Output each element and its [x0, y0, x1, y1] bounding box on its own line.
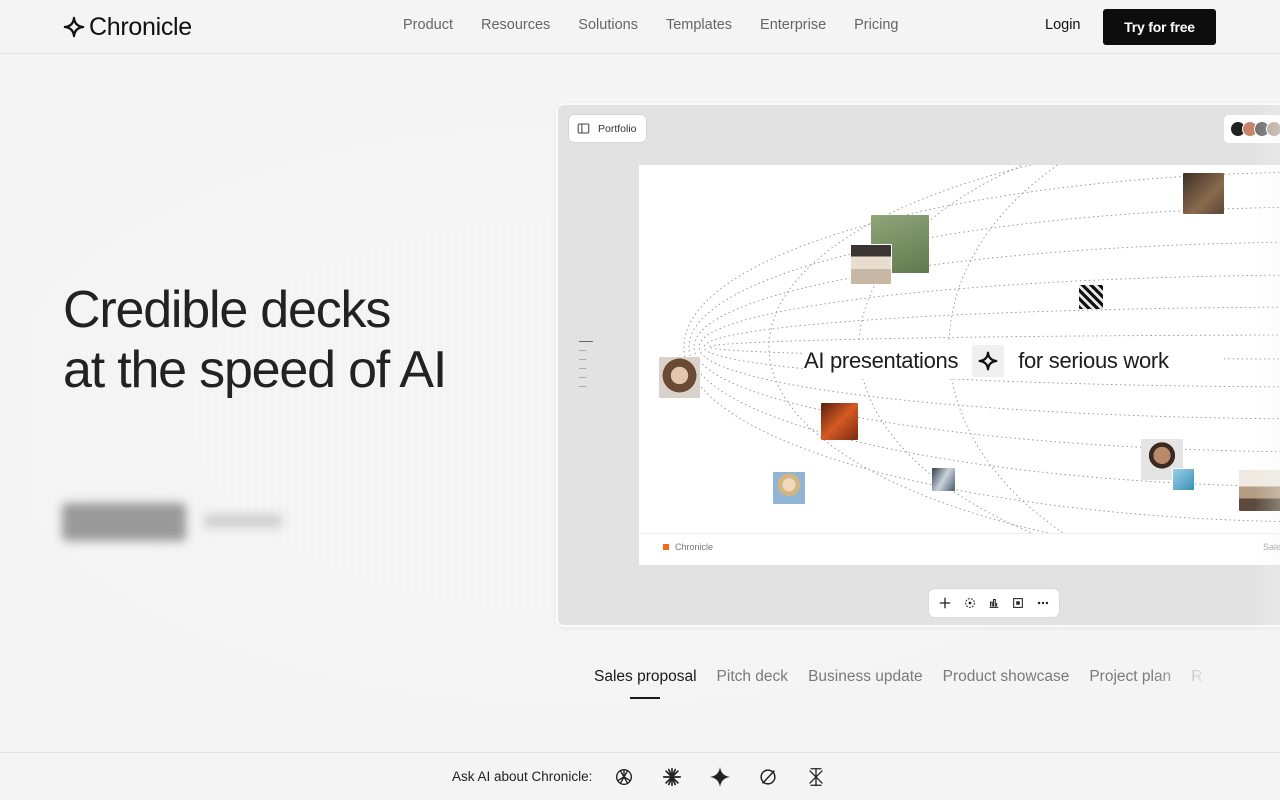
blurred-primary-button[interactable]	[62, 503, 186, 541]
tab-business-update[interactable]: Business update	[808, 668, 923, 702]
photo-pattern	[1079, 285, 1103, 309]
slide-footer: Chronicle Sale	[639, 533, 1280, 565]
tab-project-plan[interactable]: Project plan	[1089, 668, 1171, 702]
slide-scroll-indicator[interactable]	[579, 341, 595, 395]
spark-badge	[972, 345, 1005, 377]
ask-ai-bar: Ask AI about Chronicle:	[0, 752, 1280, 800]
collaborator-avatars[interactable]	[1224, 115, 1280, 143]
photo-workspace	[1183, 173, 1224, 214]
slide-headline: AI presentations for serious work	[804, 343, 1224, 379]
photo-woman	[659, 357, 700, 398]
tab-product-showcase[interactable]: Product showcase	[943, 668, 1070, 702]
photo-blue-abstract	[1172, 468, 1195, 491]
blurred-secondary-link[interactable]	[204, 514, 282, 528]
nav-solutions[interactable]: Solutions	[578, 17, 638, 33]
try-free-button[interactable]: Try for free	[1103, 9, 1216, 45]
magic-icon[interactable]	[961, 594, 979, 612]
login-link[interactable]: Login	[1045, 17, 1080, 33]
chart-icon[interactable]	[985, 594, 1003, 612]
ask-ai-label: Ask AI about Chronicle:	[452, 769, 593, 784]
brand-square-icon	[663, 544, 669, 550]
nav-resources[interactable]: Resources	[481, 17, 550, 33]
slide-canvas[interactable]: AI presentations for serious work Chroni…	[639, 165, 1280, 565]
grok-icon[interactable]	[804, 765, 828, 789]
nav-templates[interactable]: Templates	[666, 17, 732, 33]
hero-title: Credible decks at the speed of AI	[63, 280, 533, 400]
photo-office	[1239, 470, 1280, 511]
brand-logo[interactable]: Chronicle	[63, 12, 192, 42]
nav-enterprise[interactable]: Enterprise	[760, 17, 826, 33]
slide-toolbar	[929, 589, 1059, 617]
tab-pitch-deck[interactable]: Pitch deck	[717, 668, 789, 702]
tab-truncated[interactable]: R	[1191, 668, 1202, 702]
plus-icon[interactable]	[936, 594, 954, 612]
openai-icon[interactable]	[612, 765, 636, 789]
slide-headline-left: AI presentations	[804, 348, 959, 373]
chronicle-spark-icon	[63, 16, 85, 38]
hero-title-line-2: at the speed of AI	[63, 341, 447, 399]
portfolio-chip[interactable]: Portfolio	[569, 115, 646, 142]
tab-sales-proposal[interactable]: Sales proposal	[594, 668, 697, 702]
template-tabs: Sales proposal Pitch deck Business updat…	[594, 668, 1214, 708]
portfolio-label: Portfolio	[598, 122, 637, 135]
slide-footer-brand: Chronicle	[663, 542, 713, 552]
slide-headline-right: for serious work	[1018, 348, 1169, 373]
hero-title-line-1: Credible decks	[63, 281, 391, 339]
photo-abstract-orange	[821, 403, 858, 440]
nav-pricing[interactable]: Pricing	[854, 17, 898, 33]
nav-product[interactable]: Product	[403, 17, 453, 33]
perplexity-icon[interactable]	[756, 765, 780, 789]
main-nav: Product Resources Solutions Templates En…	[403, 17, 898, 33]
site-header: Chronicle Product Resources Solutions Te…	[0, 0, 1280, 54]
sidebar-toggle-icon	[577, 123, 590, 134]
ai-provider-icons	[612, 765, 828, 789]
photo-blonde-person	[773, 472, 805, 504]
photo-sculpture	[932, 468, 955, 491]
gemini-icon[interactable]	[708, 765, 732, 789]
more-icon[interactable]	[1034, 594, 1052, 612]
avatar	[1266, 121, 1280, 137]
frame-icon[interactable]	[1009, 594, 1027, 612]
brand-name: Chronicle	[89, 12, 192, 41]
chronicle-spark-icon	[978, 351, 998, 371]
slide-footer-right: Sale	[1263, 542, 1280, 552]
photo-portrait	[850, 244, 892, 285]
app-mockup: Portfolio AI presentations for serious w…	[556, 103, 1280, 627]
claude-icon[interactable]	[660, 765, 684, 789]
